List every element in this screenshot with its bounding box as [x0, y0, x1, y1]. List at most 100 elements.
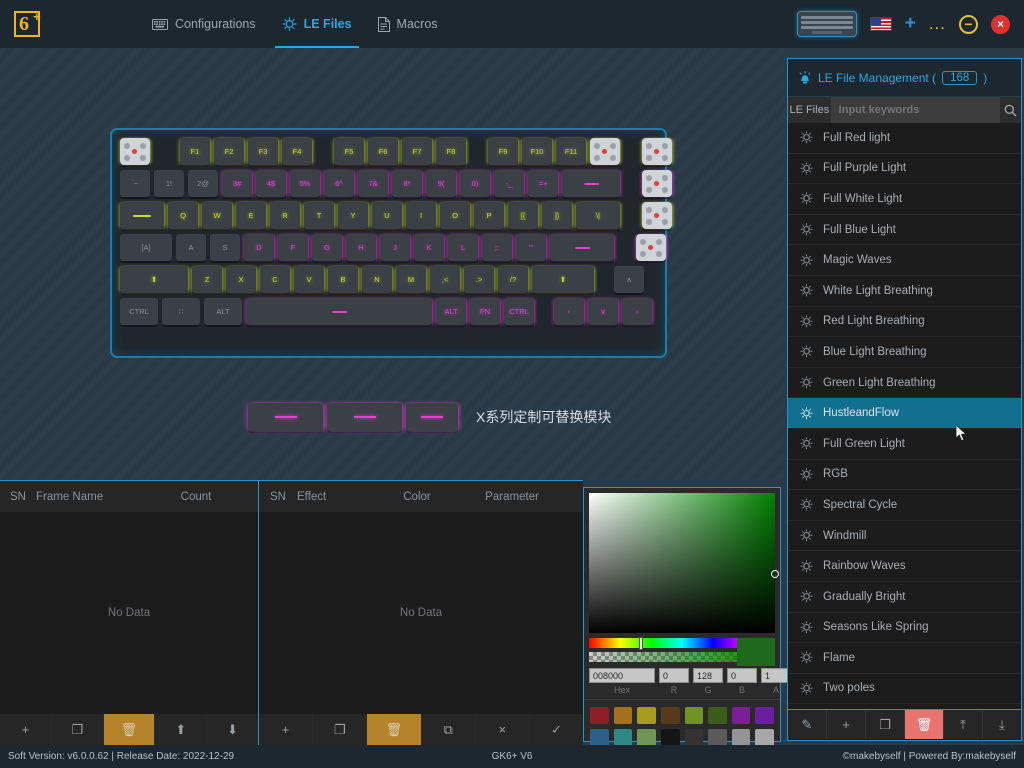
- key-F11[interactable]: F11: [556, 138, 586, 165]
- key-6[interactable]: 6^: [324, 170, 354, 197]
- key-B[interactable]: B: [328, 266, 358, 293]
- color-swatch[interactable]: [708, 729, 727, 746]
- le-file-list-item[interactable]: White Light Breathing: [788, 276, 1021, 307]
- key-ALT[interactable]: ALT: [204, 298, 242, 325]
- key-shift[interactable]: ⬆: [532, 266, 594, 293]
- color-picker[interactable]: Hex R G B A: [583, 487, 791, 746]
- key-X[interactable]: X: [226, 266, 256, 293]
- color-swatch[interactable]: [684, 707, 704, 724]
- le-file-list-item[interactable]: Magic Waves: [788, 245, 1021, 276]
- key-tab[interactable]: [120, 202, 164, 229]
- key-[interactable]: ∧: [614, 266, 644, 293]
- frame-delete-button[interactable]: 🗑: [103, 714, 156, 745]
- key-F1[interactable]: F1: [180, 138, 210, 165]
- color-swatch[interactable]: [731, 729, 751, 746]
- key-knob[interactable]: [120, 138, 150, 165]
- key-1[interactable]: 1!: [154, 170, 184, 197]
- color-swatch[interactable]: [660, 707, 680, 724]
- key-FN[interactable]: FN: [470, 298, 500, 325]
- key-[interactable]: ∨: [588, 298, 618, 325]
- key-T[interactable]: T: [304, 202, 334, 229]
- key-Z[interactable]: Z: [192, 266, 222, 293]
- le-file-list-item[interactable]: Full Red light: [788, 123, 1021, 154]
- color-swatch[interactable]: [637, 707, 656, 724]
- color-swatch[interactable]: [755, 729, 774, 746]
- search-button[interactable]: [999, 97, 1021, 123]
- more-menu-button[interactable]: ...: [929, 15, 946, 32]
- key-[interactable]: ;:: [482, 234, 512, 261]
- key-9[interactable]: 9(: [426, 170, 456, 197]
- key-knob[interactable]: [636, 234, 666, 261]
- key-5[interactable]: 5%: [290, 170, 320, 197]
- tab-le-files[interactable]: LE Files: [269, 0, 365, 48]
- effect-add-button[interactable]: +: [259, 714, 314, 745]
- add-language-button[interactable]: +: [905, 13, 916, 35]
- key-F5[interactable]: F5: [334, 138, 364, 165]
- color-swatch[interactable]: [590, 729, 609, 746]
- le-file-list-item[interactable]: Red Light Breathing: [788, 307, 1021, 338]
- saturation-value-field[interactable]: [589, 493, 779, 633]
- key-F8[interactable]: F8: [436, 138, 466, 165]
- le-delete-button[interactable]: 🗑: [905, 710, 944, 739]
- key-bar[interactable]: [550, 234, 614, 261]
- frame-move-down-button[interactable]: ⬇: [207, 714, 258, 745]
- key-shift[interactable]: ⬆: [120, 266, 188, 293]
- key-[interactable]: `~: [120, 170, 150, 197]
- key-M[interactable]: M: [396, 266, 426, 293]
- key-[interactable]: \|: [576, 202, 620, 229]
- key-knob[interactable]: [642, 170, 672, 197]
- key-knob[interactable]: [590, 138, 620, 165]
- key-win[interactable]: ∷: [162, 298, 200, 325]
- keyboard-visual[interactable]: F1 F2 F3 F4 F5 F6 F7 F8 F9 F10 F11 `~ 1! 2@ 3# 4$ 5% 6^ 7&…: [110, 128, 672, 358]
- le-file-list-item[interactable]: Spectral Cycle: [788, 490, 1021, 521]
- key-G[interactable]: G: [312, 234, 342, 261]
- key-ALT[interactable]: ALT: [436, 298, 466, 325]
- effect-copy-button[interactable]: ❐: [313, 714, 368, 745]
- key-F4[interactable]: F4: [282, 138, 312, 165]
- key-bar[interactable]: [562, 170, 620, 197]
- effect-save-to-button[interactable]: ⧉: [421, 714, 476, 745]
- key-F6[interactable]: F6: [368, 138, 398, 165]
- key-I[interactable]: I: [406, 202, 436, 229]
- blue-input[interactable]: [727, 668, 757, 683]
- key-0[interactable]: 0): [460, 170, 490, 197]
- le-file-list-item[interactable]: Flame: [788, 643, 1021, 674]
- key-P[interactable]: P: [474, 202, 504, 229]
- key-U[interactable]: U: [372, 202, 402, 229]
- le-file-list-item[interactable]: RGB: [788, 460, 1021, 491]
- color-swatch[interactable]: [660, 729, 680, 746]
- key-7[interactable]: 7&: [358, 170, 388, 197]
- minimize-button[interactable]: −: [959, 14, 978, 34]
- le-file-list-item[interactable]: Seasons Like Spring: [788, 613, 1021, 644]
- effect-cancel-button[interactable]: ×: [475, 714, 530, 745]
- key-[interactable]: [{: [508, 202, 538, 229]
- color-swatch[interactable]: [613, 707, 633, 724]
- effect-confirm-button[interactable]: ✓: [529, 714, 584, 745]
- search-input[interactable]: [830, 97, 1000, 123]
- key-F3[interactable]: F3: [248, 138, 278, 165]
- key-[interactable]: -_: [494, 170, 524, 197]
- green-input[interactable]: [693, 668, 723, 683]
- key-F2[interactable]: F2: [214, 138, 244, 165]
- key-K[interactable]: K: [414, 234, 444, 261]
- key-[interactable]: ›: [622, 298, 652, 325]
- le-file-list[interactable]: Full Red light Full Purple Light Full Whit…: [788, 123, 1021, 709]
- key-A[interactable]: A: [176, 234, 206, 261]
- red-input[interactable]: [659, 668, 689, 683]
- color-swatch[interactable]: [708, 707, 727, 724]
- tab-macros[interactable]: Macros: [365, 0, 451, 48]
- key-[interactable]: '": [516, 234, 546, 261]
- le-add-button[interactable]: +: [827, 710, 866, 739]
- key-E[interactable]: E: [236, 202, 266, 229]
- frame-copy-button[interactable]: ❐: [51, 714, 104, 745]
- key-[interactable]: /?: [498, 266, 528, 293]
- le-file-list-item[interactable]: Two poles: [788, 674, 1021, 705]
- le-upload-button[interactable]: ⤒: [944, 710, 983, 739]
- key-8[interactable]: 8*: [392, 170, 422, 197]
- key-Y[interactable]: Y: [338, 202, 368, 229]
- key-S[interactable]: S: [210, 234, 240, 261]
- key-[interactable]: .>: [464, 266, 494, 293]
- frame-move-up-button[interactable]: ⬆: [155, 714, 208, 745]
- key-CTRL[interactable]: CTRL: [120, 298, 158, 325]
- key-[interactable]: =+: [528, 170, 558, 197]
